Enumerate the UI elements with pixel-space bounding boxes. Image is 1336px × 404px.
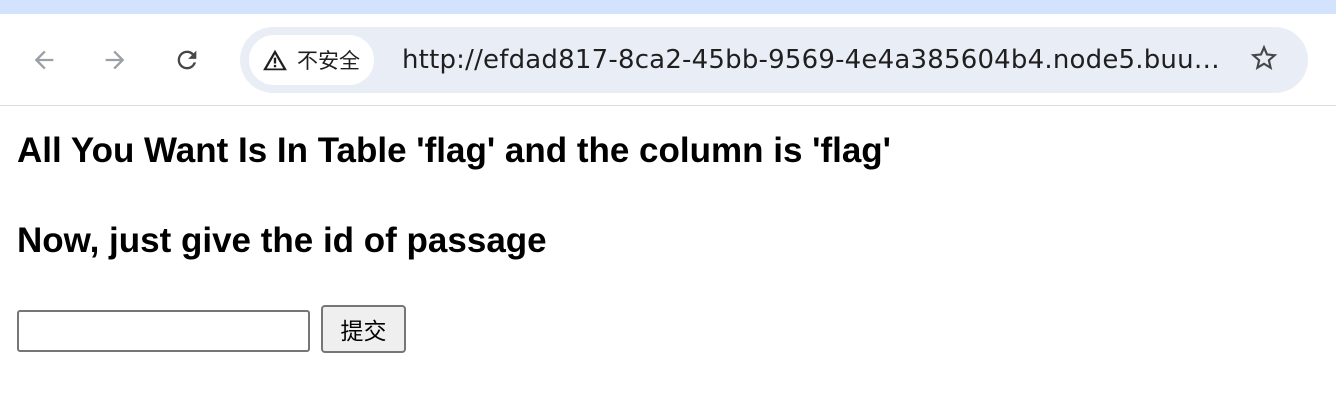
- reload-button[interactable]: [167, 40, 207, 80]
- url-text[interactable]: http://efdad817-8ca2-45bb-9569-4e4a38560…: [402, 27, 1232, 93]
- forward-button[interactable]: [95, 40, 135, 80]
- page-heading-instruction: Now, just give the id of passage: [17, 221, 547, 260]
- submit-button[interactable]: 提交: [321, 305, 406, 353]
- browser-toolbar: 不安全 http://efdad817-8ca2-45bb-9569-4e4a3…: [0, 14, 1336, 106]
- tab-strip: [0, 0, 1336, 14]
- address-bar[interactable]: 不安全 http://efdad817-8ca2-45bb-9569-4e4a3…: [240, 27, 1308, 93]
- reload-icon: [173, 46, 201, 74]
- security-label: 不安全: [297, 49, 360, 73]
- warning-triangle-icon: [261, 46, 289, 74]
- page-heading-table-hint: All You Want Is In Table 'flag' and the …: [17, 131, 892, 170]
- security-chip[interactable]: 不安全: [249, 35, 374, 85]
- back-button[interactable]: [24, 40, 64, 80]
- arrow-left-icon: [30, 46, 58, 74]
- passage-id-input[interactable]: [17, 310, 310, 352]
- arrow-right-icon: [101, 46, 129, 74]
- bookmark-button[interactable]: [1246, 42, 1282, 78]
- star-icon: [1248, 42, 1280, 79]
